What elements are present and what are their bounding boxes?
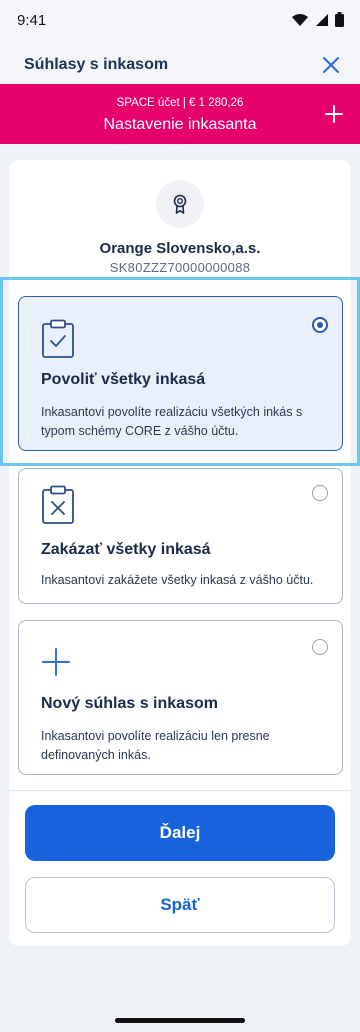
next-button[interactable]: Ďalej <box>25 805 335 861</box>
divider <box>9 790 351 791</box>
option-title: Zakázať všetky inkasá <box>41 541 211 558</box>
banner-title: Nastavenie inkasanta <box>103 116 257 133</box>
wifi-icon <box>292 13 308 26</box>
back-button[interactable]: Späť <box>25 877 335 933</box>
payee-creditor-id: SK80ZZZ70000000088 <box>109 260 251 275</box>
clipboard-x-icon <box>42 485 74 524</box>
option-title: Nový súhlas s inkasom <box>41 695 218 712</box>
status-time: 9:41 <box>17 12 47 29</box>
signal-icon <box>316 13 328 26</box>
radio-deny-all[interactable] <box>312 485 328 501</box>
close-icon[interactable] <box>320 54 342 76</box>
account-banner: SPACE účet | € 1 280,26 Nastavenie inkas… <box>0 84 360 144</box>
battery-icon <box>335 12 344 27</box>
add-icon[interactable] <box>324 104 344 124</box>
radio-new-mandate[interactable] <box>312 639 328 655</box>
clipboard-check-icon <box>42 319 74 358</box>
payee-name: Orange Slovensko,a.s. <box>99 240 261 257</box>
payee-avatar <box>156 180 204 228</box>
status-icons <box>291 12 344 27</box>
award-icon <box>173 194 187 214</box>
option-title: Povoliť všetky inkasá <box>41 371 206 388</box>
mandate-card: Orange Slovensko,a.s. SK80ZZZ70000000088… <box>9 160 351 946</box>
option-description: Inkasantovi povolíte realizáciu všetkých… <box>41 405 303 438</box>
radio-allow-all[interactable] <box>312 317 328 333</box>
app-header: Súhlasy s inkasom <box>0 44 360 84</box>
option-description: Inkasantovi povolíte realizáciu len pres… <box>41 729 270 762</box>
home-indicator[interactable] <box>115 1018 245 1023</box>
page-title: Súhlasy s inkasom <box>24 56 169 73</box>
option-new-mandate[interactable]: Nový súhlas s inkasom Inkasantovi povolí… <box>18 620 343 775</box>
plus-icon <box>42 648 70 676</box>
option-deny-all[interactable]: Zakázať všetky inkasá Inkasantovi zakáže… <box>18 468 343 604</box>
status-bar: 9:41 <box>0 0 360 44</box>
option-allow-all[interactable]: Povoliť všetky inkasá Inkasantovi povolí… <box>18 296 343 451</box>
account-info: SPACE účet | € 1 280,26 <box>116 97 244 109</box>
option-description: Inkasantovi zakážete všetky inkasá z váš… <box>41 573 314 587</box>
